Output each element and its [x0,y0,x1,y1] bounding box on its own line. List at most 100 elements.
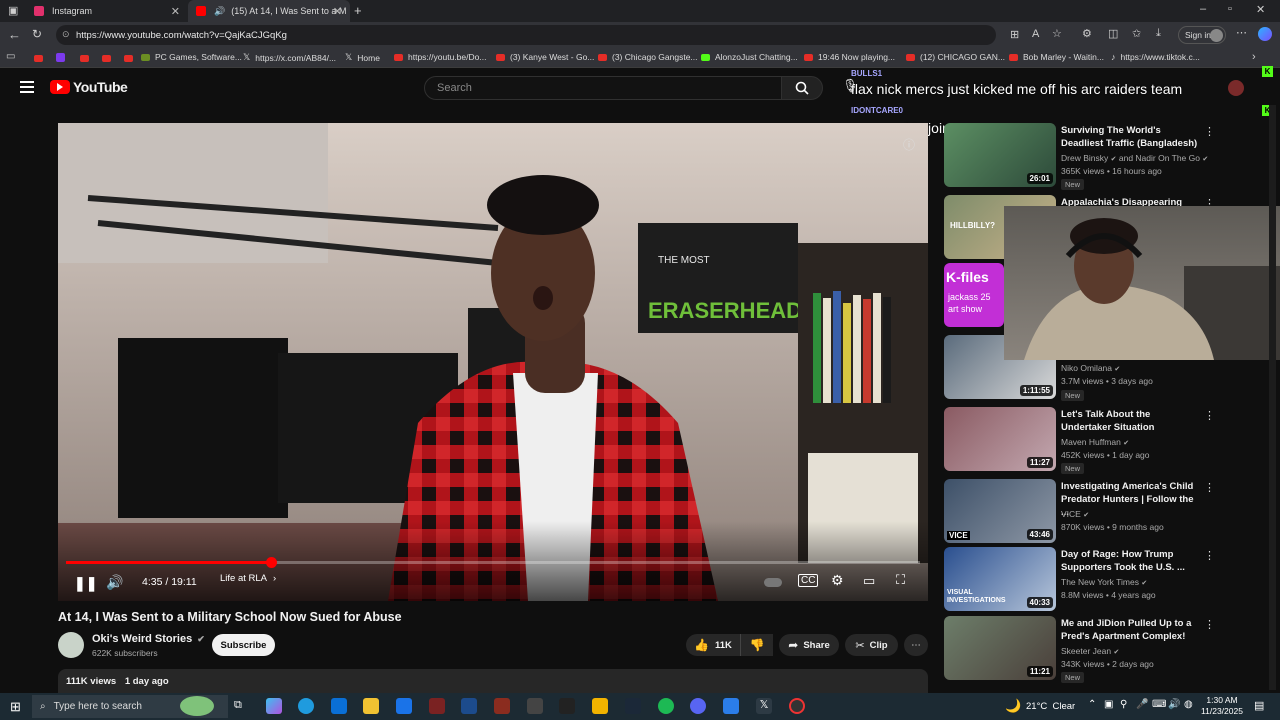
app-taskbar-icon[interactable] [494,698,510,714]
info-icon[interactable]: ⓘ [903,136,915,153]
more-vertical-icon[interactable]: ⋮ [1204,125,1215,138]
more-vertical-icon[interactable]: ⋮ [1204,549,1215,562]
bookmark-item[interactable]: (3) Kanye West - Go... [496,52,594,62]
video-thumbnail[interactable]: VICE 43:46 [944,479,1056,543]
bookmark-item[interactable]: 19:46 Now playing... [804,52,895,62]
bookmark-item[interactable]: (3) Chicago Gangste... [598,52,698,62]
progress-bar[interactable] [66,557,920,568]
show-hidden-icons-icon[interactable]: ⌃ [1088,699,1096,710]
chapter-button[interactable]: Life at RLA › [213,573,276,584]
copilot-taskbar-icon[interactable] [266,698,282,714]
more-vertical-icon[interactable]: ⋮ [1204,481,1215,494]
bookmark-item[interactable]: https://youtu.be/Do... [394,52,486,62]
channel-avatar[interactable] [58,632,84,658]
youtube-bookmark-icon[interactable] [34,55,43,62]
recommended-video[interactable]: 11:21 Me and JiDion Pulled Up to a Pred'… [944,616,1274,683]
theater-mode-icon[interactable]: ▭ [863,573,875,589]
more-vertical-icon[interactable]: ⋮ [1204,618,1215,631]
copilot-icon[interactable] [1258,27,1272,41]
bookmark-item[interactable]: 𝕏 Home [345,52,380,63]
downloads-icon[interactable]: ⤓ [1156,27,1161,40]
app-taskbar-icon[interactable] [429,698,445,714]
bookmark-item[interactable]: (12) CHICAGO GAN... [906,52,1005,62]
site-info-icon[interactable]: ⊙ [62,29,70,40]
notifications-icon[interactable]: ▤ [1254,699,1264,712]
clip-button[interactable]: ✂ Clip [845,634,898,656]
video-thumbnail[interactable]: VISUAL INVESTIGATIONS 40:33 [944,547,1056,611]
store-taskbar-icon[interactable] [331,698,347,714]
bookmark-item[interactable]: PC Games, Software... [141,52,242,62]
search-button[interactable] [781,76,823,100]
favorites-icon[interactable]: ✩ [1132,27,1141,40]
settings-gear-icon[interactable]: ⚙ [831,572,844,589]
app-available-icon[interactable]: ⊞ [1010,28,1019,41]
scrollbar[interactable] [1269,105,1276,690]
recommended-video[interactable]: 26:01 Surviving The World's Deadliest Tr… [944,123,1274,190]
captions-icon[interactable]: CC [798,574,819,587]
recommended-channel[interactable]: Maven Huffman ✔ [1061,437,1129,447]
new-tab-icon[interactable]: + [354,3,362,18]
file-explorer-icon[interactable] [363,698,379,714]
tab-instagram[interactable]: Instagram ✕ [26,0,188,22]
bookmark-icon[interactable] [56,53,65,62]
task-view-icon[interactable]: ⧉ [234,699,242,712]
split-screen-icon[interactable]: ◫ [1108,27,1118,40]
tab-actions-icon[interactable]: ▣ [8,4,18,17]
clock[interactable]: 1:30 AM 11/23/2025 [1200,695,1244,717]
discord-taskbar-icon[interactable] [690,698,706,714]
x-taskbar-icon[interactable]: 𝕏 [756,698,772,714]
app-taskbar-icon[interactable] [592,698,608,714]
progress-scrubber[interactable] [265,557,277,568]
youtube-bookmark-icon[interactable] [124,55,133,62]
more-actions-button[interactable]: ⋯ [904,634,928,656]
recommended-video[interactable]: VISUAL INVESTIGATIONS 40:33 Day of Rage:… [944,547,1274,611]
recommended-title[interactable]: Day of Rage: How Trump Supporters Took t… [1061,548,1201,574]
spotify-taskbar-icon[interactable] [658,698,674,714]
video-thumbnail[interactable]: 26:01 [944,123,1056,187]
youtube-logo[interactable]: YouTube [50,79,128,95]
youtube-bookmark-icon[interactable] [80,55,89,62]
pause-icon[interactable]: ❚❚ [74,575,97,592]
description-box[interactable]: 111K views 1 day ago [58,669,928,693]
share-button[interactable]: ➦ Share [779,634,839,656]
network-icon[interactable]: ⌨ [1152,699,1166,710]
more-menu-icon[interactable]: ⋯ [1236,26,1247,39]
bookmark-item[interactable]: ♪ https://www.tiktok.c... [1111,52,1200,62]
autoplay-toggle[interactable] [764,578,782,587]
windows-start-icon[interactable]: ⊞ [10,699,21,715]
minimize-icon[interactable]: – [1200,3,1206,15]
url-field[interactable]: ⊙ https://www.youtube.com/watch?v=QajKaC… [56,25,996,45]
video-thumbnail[interactable]: 11:21 [944,616,1056,680]
tray-icon[interactable]: ⚲ [1120,699,1127,710]
bookmark-item[interactable]: Bob Marley - Waitin... [1009,52,1104,62]
app-taskbar-icon[interactable] [723,698,739,714]
dislike-button[interactable]: 👎 [740,634,773,656]
recommended-title[interactable]: Surviving The World's Deadliest Traffic … [1061,124,1201,150]
channel-name[interactable]: Oki's Weird Stories ✔ [92,633,205,645]
search-input[interactable]: Search [424,76,782,100]
more-vertical-icon[interactable]: ⋮ [1204,409,1215,422]
subscribe-button[interactable]: Subscribe [212,634,275,656]
recommended-title[interactable]: Me and JiDion Pulled Up to a Pred's Apar… [1061,617,1201,643]
extensions-icon[interactable]: ⚙ [1082,27,1092,40]
tray-icon[interactable]: ◍ [1184,699,1193,710]
steam-taskbar-icon[interactable] [625,698,641,714]
bookmark-folder-icon[interactable]: ▭ [6,51,15,62]
mail-taskbar-icon[interactable] [396,698,412,714]
close-tab-icon[interactable]: ✕ [333,5,342,18]
bookmarks-overflow-icon[interactable]: › [1252,51,1256,63]
app-taskbar-icon[interactable] [559,698,575,714]
tray-icon[interactable]: 🎤 [1136,699,1148,710]
sign-in-button[interactable]: Sign in [1178,26,1226,44]
video-player[interactable]: THE MOST ERASERHEAD ❚❚ 🔊 4:35 / 19:11 Li… [58,123,928,601]
obs-taskbar-icon[interactable] [789,698,805,714]
app-taskbar-icon[interactable] [461,698,477,714]
youtube-bookmark-icon[interactable] [102,55,111,62]
volume-icon[interactable]: 🔊 [106,574,123,591]
speaker-icon[interactable]: 🔊 [214,6,225,17]
fullscreen-icon[interactable]: ⛶ [896,572,905,588]
app-taskbar-icon[interactable] [527,698,543,714]
tray-icon[interactable]: ▣ [1104,699,1113,710]
recommended-video[interactable]: VICE 43:46 Investigating America's Child… [944,479,1274,543]
recommended-channel[interactable]: Skeeter Jean ✔ [1061,646,1119,656]
